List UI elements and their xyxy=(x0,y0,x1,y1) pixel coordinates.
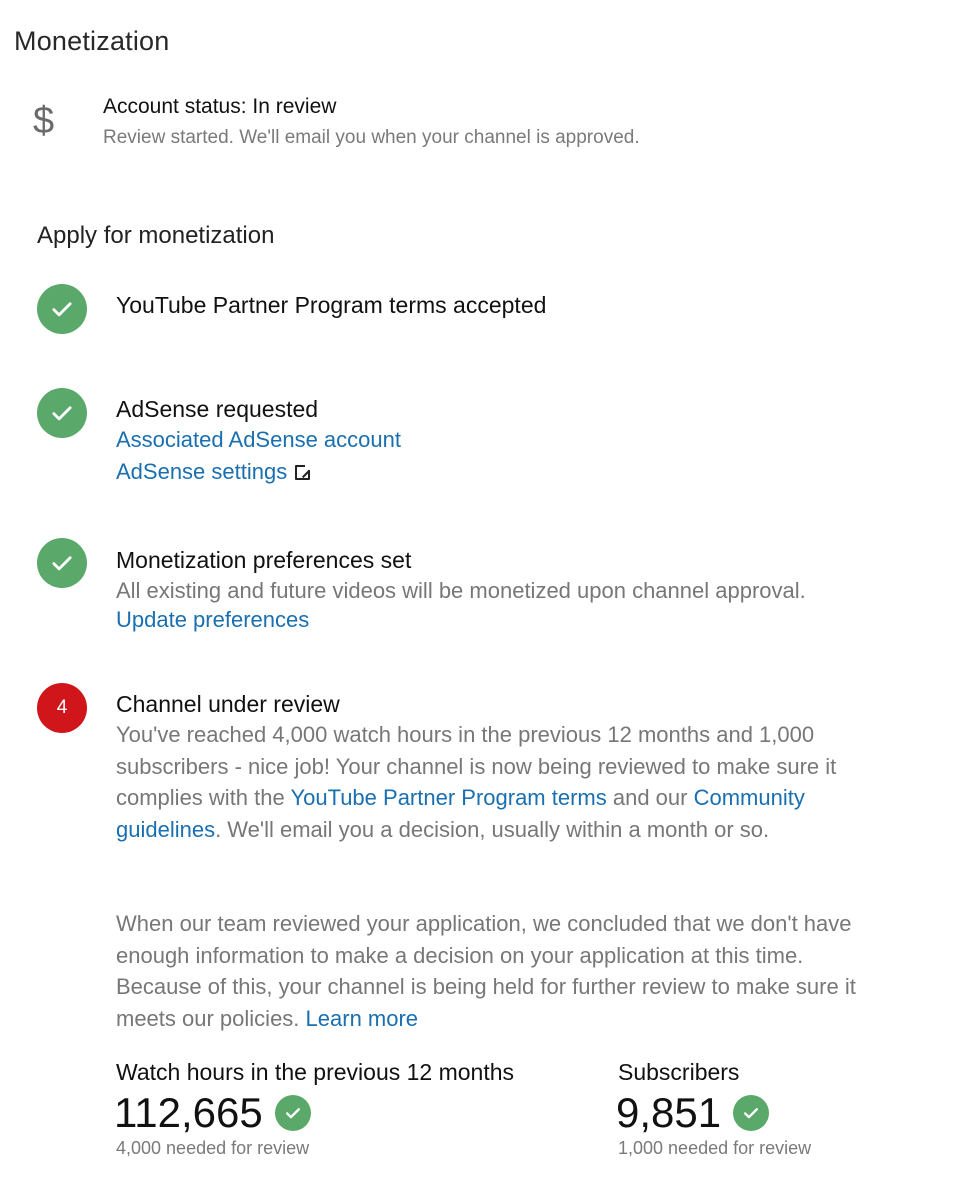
update-preferences-link[interactable]: Update preferences xyxy=(116,607,309,633)
step-description: All existing and future videos will be m… xyxy=(116,578,806,603)
check-circle-icon xyxy=(37,388,87,438)
subscribers-label: Subscribers xyxy=(618,1059,740,1085)
step-number-badge: 4 xyxy=(37,683,87,733)
watch-hours-label: Watch hours in the previous 12 months xyxy=(116,1059,515,1085)
adsense-settings-row: AdSense settings xyxy=(116,459,312,485)
check-circle-icon xyxy=(733,1095,770,1131)
step-title: YouTube Partner Program terms accepted xyxy=(116,292,547,318)
watch-hours-value-row: 112,665 xyxy=(114,1089,311,1137)
adsense-settings-link[interactable]: AdSense settings xyxy=(116,459,287,484)
page-title: Monetization xyxy=(14,26,170,56)
review-text: . We'll email you a decision, usually wi… xyxy=(215,816,770,842)
review-paragraph: You've reached 4,000 watch hours in the … xyxy=(116,719,866,845)
review-text: and our xyxy=(606,785,694,810)
review-hold-text: When our team reviewed your application,… xyxy=(116,911,856,1031)
dollar-icon: $ xyxy=(33,100,55,142)
section-title: Apply for monetization xyxy=(37,222,275,249)
step-title: AdSense requested xyxy=(116,396,319,422)
account-status-subtitle: Review started. We'll email you when you… xyxy=(103,127,640,148)
review-hold-paragraph: When our team reviewed your application,… xyxy=(116,908,866,1034)
partner-program-terms-link[interactable]: YouTube Partner Program terms xyxy=(290,785,606,810)
subscribers-value-row: 9,851 xyxy=(616,1089,770,1137)
subscribers-note: 1,000 needed for review xyxy=(618,1138,812,1158)
check-circle-icon xyxy=(274,1095,311,1131)
watch-hours-note: 4,000 needed for review xyxy=(116,1138,310,1158)
external-link-icon[interactable] xyxy=(295,464,312,480)
step-title: Channel under review xyxy=(116,691,340,717)
step-title: Monetization preferences set xyxy=(116,547,412,573)
associated-adsense-link[interactable]: Associated AdSense account xyxy=(116,427,401,453)
watch-hours-value: 112,665 xyxy=(114,1089,263,1136)
learn-more-link[interactable]: Learn more xyxy=(306,1006,419,1031)
account-status: Account status: In review xyxy=(103,95,337,118)
check-circle-icon xyxy=(37,538,87,588)
check-circle-icon xyxy=(37,284,87,334)
subscribers-value: 9,851 xyxy=(616,1089,722,1136)
